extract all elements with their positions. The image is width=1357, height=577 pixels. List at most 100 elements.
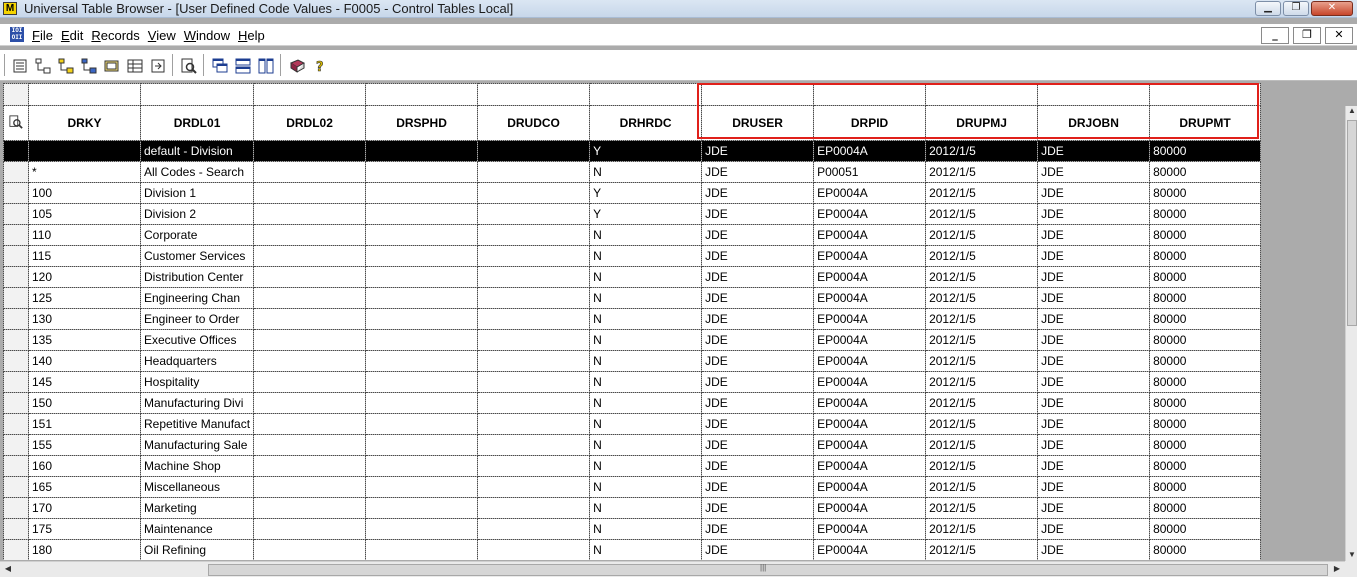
cell-drhrdc[interactable]: N — [589, 518, 703, 540]
cell-drdl02[interactable] — [253, 413, 367, 435]
cell-drudco[interactable] — [477, 518, 591, 540]
cell-drsphd[interactable] — [365, 161, 479, 183]
filter-cell-drdl01[interactable] — [139, 83, 255, 106]
cell-drsphd[interactable] — [365, 518, 479, 540]
column-header-drjobn[interactable]: DRJOBN — [1037, 105, 1151, 141]
cell-drjobn[interactable]: JDE — [1037, 245, 1151, 267]
cell-drpid[interactable]: EP0004A — [813, 266, 927, 288]
table-row[interactable]: 130 Engineer to Order N JDE EP0004A 2012/1/5 J… — [3, 308, 1262, 330]
cell-drdl01[interactable]: Distribution Center — [139, 266, 255, 288]
filter-cell-drky[interactable] — [28, 83, 141, 106]
menu-edit[interactable]: Edit — [57, 27, 87, 44]
horizontal-scrollbar[interactable]: ◀ ||| ▶ — [0, 561, 1345, 577]
cell-drjobn[interactable]: JDE — [1037, 434, 1151, 456]
cell-druser[interactable]: JDE — [701, 203, 815, 225]
cell-drky[interactable]: 140 — [28, 350, 141, 372]
cell-drdl02[interactable] — [253, 245, 367, 267]
mdi-minimize-button[interactable]: _ — [1261, 27, 1289, 44]
cell-drpid[interactable]: EP0004A — [813, 308, 927, 330]
cell-drupmt[interactable]: 80000 — [1149, 182, 1262, 204]
cell-drky[interactable]: 110 — [28, 224, 141, 246]
cell-drdl01[interactable]: Customer Services — [139, 245, 255, 267]
cell-drdl02[interactable] — [253, 371, 367, 393]
row-selector[interactable] — [3, 350, 29, 372]
cell-drky[interactable]: 120 — [28, 266, 141, 288]
table-row[interactable]: 180 Oil Refining N JDE EP0004A 2012/1/5 JDE 800… — [3, 539, 1262, 560]
cell-drupmt[interactable]: 80000 — [1149, 350, 1262, 372]
cell-drhrdc[interactable]: Y — [589, 203, 703, 225]
cell-drupmt[interactable]: 80000 — [1149, 518, 1262, 540]
table-row[interactable]: 160 Machine Shop N JDE EP0004A 2012/1/5 JDE 800… — [3, 455, 1262, 477]
column-header-druser[interactable]: DRUSER — [701, 105, 815, 141]
cell-drpid[interactable]: EP0004A — [813, 518, 927, 540]
cell-drudco[interactable] — [477, 287, 591, 309]
cell-drsphd[interactable] — [365, 329, 479, 351]
cell-drupmj[interactable]: 2012/1/5 — [925, 434, 1039, 456]
cell-drdl01[interactable]: Headquarters — [139, 350, 255, 372]
properties-icon[interactable] — [103, 57, 120, 74]
cell-drpid[interactable]: EP0004A — [813, 245, 927, 267]
column-header-drsphd[interactable]: DRSPHD — [365, 105, 479, 141]
cell-drudco[interactable] — [477, 308, 591, 330]
cell-drjobn[interactable]: JDE — [1037, 371, 1151, 393]
cell-drdl01[interactable]: Engineer to Order — [139, 308, 255, 330]
menu-window[interactable]: Window — [180, 27, 234, 44]
cell-drsphd[interactable] — [365, 287, 479, 309]
filter-cell-drupmt[interactable] — [1149, 83, 1262, 106]
book-icon[interactable] — [288, 57, 305, 74]
cell-drjobn[interactable]: JDE — [1037, 392, 1151, 414]
cell-drdl02[interactable] — [253, 287, 367, 309]
cell-drjobn[interactable]: JDE — [1037, 329, 1151, 351]
cell-drsphd[interactable] — [365, 371, 479, 393]
cell-drupmt[interactable]: 80000 — [1149, 392, 1262, 414]
cell-drdl02[interactable] — [253, 224, 367, 246]
row-selector[interactable] — [3, 392, 29, 414]
cell-drdl02[interactable] — [253, 140, 367, 162]
cell-drdl02[interactable] — [253, 476, 367, 498]
cell-drudco[interactable] — [477, 371, 591, 393]
row-selector[interactable] — [3, 182, 29, 204]
table-row[interactable]: 100 Division 1 Y JDE EP0004A 2012/1/5 JDE 80000 — [3, 182, 1262, 204]
cell-drdl02[interactable] — [253, 182, 367, 204]
cell-drpid[interactable]: EP0004A — [813, 413, 927, 435]
cell-drupmj[interactable]: 2012/1/5 — [925, 329, 1039, 351]
tile-horizontal-icon[interactable] — [234, 57, 251, 74]
scroll-right-icon[interactable]: ▶ — [1331, 564, 1343, 576]
cell-drky[interactable]: * — [28, 161, 141, 183]
cell-drpid[interactable]: EP0004A — [813, 392, 927, 414]
cell-drudco[interactable] — [477, 224, 591, 246]
tree-blue-icon[interactable] — [80, 57, 97, 74]
table-row[interactable]: 120 Distribution Center N JDE EP0004A 2012/1/… — [3, 266, 1262, 288]
row-selector[interactable] — [3, 224, 29, 246]
cell-drudco[interactable] — [477, 140, 591, 162]
column-header-drky[interactable]: DRKY — [28, 105, 141, 141]
mdi-close-button[interactable]: ✕ — [1325, 27, 1353, 44]
cell-drky[interactable]: 165 — [28, 476, 141, 498]
cell-drjobn[interactable]: JDE — [1037, 287, 1151, 309]
cell-drsphd[interactable] — [365, 266, 479, 288]
cell-drsphd[interactable] — [365, 350, 479, 372]
cell-drdl01[interactable]: Division 2 — [139, 203, 255, 225]
cell-drudco[interactable] — [477, 329, 591, 351]
tree-yellow-icon[interactable] — [57, 57, 74, 74]
table-icon[interactable] — [126, 57, 143, 74]
cell-drky[interactable] — [28, 140, 141, 162]
row-selector[interactable] — [3, 476, 29, 498]
cell-drdl02[interactable] — [253, 350, 367, 372]
cell-drky[interactable]: 160 — [28, 455, 141, 477]
cell-drdl02[interactable] — [253, 266, 367, 288]
cell-drjobn[interactable]: JDE — [1037, 539, 1151, 560]
cell-drupmt[interactable]: 80000 — [1149, 539, 1262, 560]
cell-drhrdc[interactable]: N — [589, 455, 703, 477]
table-row[interactable]: 115 Customer Services N JDE EP0004A 2012/1/5 J… — [3, 245, 1262, 267]
cell-drpid[interactable]: EP0004A — [813, 329, 927, 351]
cell-drjobn[interactable]: JDE — [1037, 224, 1151, 246]
cell-drky[interactable]: 150 — [28, 392, 141, 414]
table-row[interactable]: 110 Corporate N JDE EP0004A 2012/1/5 JDE 80000 — [3, 224, 1262, 246]
column-header-drdl01[interactable]: DRDL01 — [139, 105, 255, 141]
cell-drupmj[interactable]: 2012/1/5 — [925, 413, 1039, 435]
cell-drhrdc[interactable]: N — [589, 434, 703, 456]
cell-drdl02[interactable] — [253, 497, 367, 519]
cell-drjobn[interactable]: JDE — [1037, 161, 1151, 183]
cell-drdl02[interactable] — [253, 203, 367, 225]
